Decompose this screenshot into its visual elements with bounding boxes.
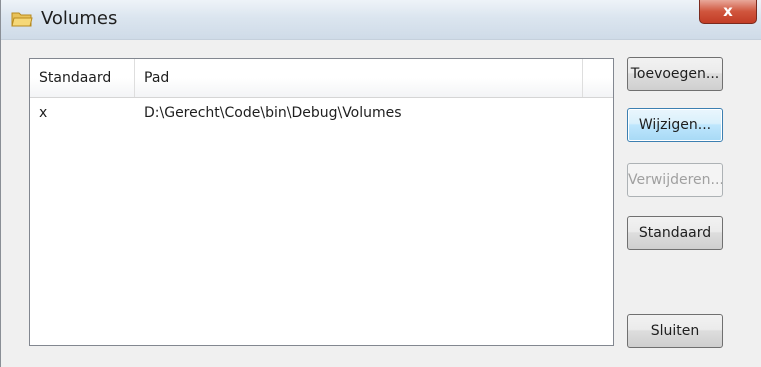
title-bar[interactable]: Volumes x xyxy=(1,0,761,40)
column-header-pad[interactable]: Pad xyxy=(135,59,583,97)
close-icon[interactable]: x xyxy=(699,0,757,24)
volumes-list[interactable]: Standaard Pad x D:\Gerecht\Code\bin\Debu… xyxy=(29,58,614,346)
cell-pad: D:\Gerecht\Code\bin\Debug\Volumes xyxy=(144,105,402,121)
window-title: Volumes xyxy=(41,8,118,29)
close-glyph: x xyxy=(723,2,733,20)
table-row[interactable]: x D:\Gerecht\Code\bin\Debug\Volumes xyxy=(30,99,613,127)
default-button[interactable]: Standaard xyxy=(627,216,723,250)
close-button[interactable]: Sluiten xyxy=(627,314,723,348)
edit-button[interactable]: Wijzigen... xyxy=(627,108,723,142)
remove-button[interactable]: Verwijderen... xyxy=(627,163,723,197)
folder-icon xyxy=(11,10,33,28)
cell-standaard: x xyxy=(39,105,48,121)
list-header: Standaard Pad xyxy=(30,59,613,98)
add-button[interactable]: Toevoegen... xyxy=(627,57,723,91)
column-header-standaard[interactable]: Standaard xyxy=(30,59,135,97)
volumes-dialog: Volumes x Standaard Pad x D:\Gerecht\Cod… xyxy=(0,0,761,367)
